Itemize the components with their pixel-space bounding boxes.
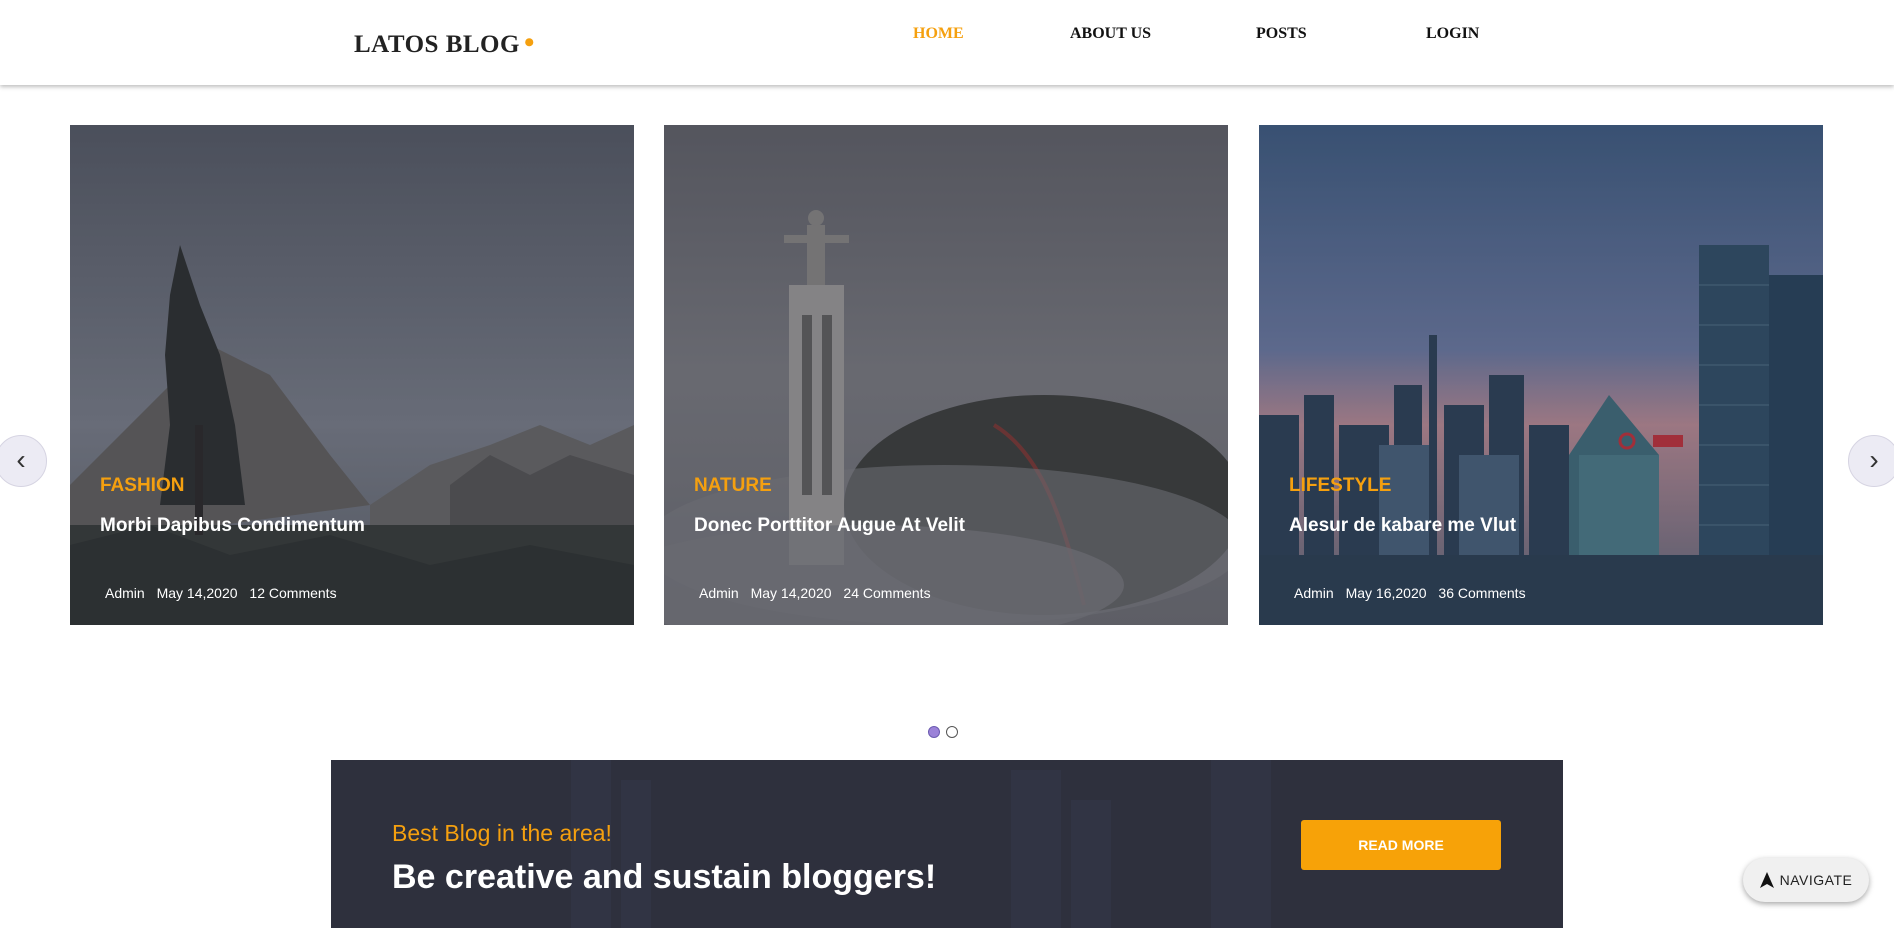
card-overlay: [1259, 125, 1823, 625]
post-date: May 16,2020: [1345, 585, 1427, 601]
post-date: May 14,2020: [750, 585, 832, 601]
card-overlay: [70, 125, 634, 625]
post-slider: FASHION Morbi Dapibus Condimentum Admin …: [0, 85, 1894, 738]
logo-text: LATOS BLOG: [354, 31, 520, 58]
post-comments: 12 Comments: [249, 585, 337, 601]
post-category[interactable]: LIFESTYLE: [1289, 475, 1391, 497]
post-date: May 14,2020: [156, 585, 238, 601]
read-more-button[interactable]: READ MORE: [1301, 820, 1501, 870]
site-logo[interactable]: LATOS BLOG •: [354, 26, 535, 60]
post-title[interactable]: Morbi Dapibus Condimentum: [100, 515, 365, 537]
nav-home[interactable]: HOME: [913, 25, 964, 43]
slider-next-button[interactable]: ›: [1848, 435, 1894, 487]
logo-dot: •: [523, 26, 535, 59]
post-author: Admin: [105, 585, 145, 601]
post-title[interactable]: Donec Porttitor Augue At Velit: [694, 515, 965, 537]
post-title[interactable]: Alesur de kabare me Vlut: [1289, 515, 1516, 537]
post-meta: Admin May 14,2020 12 Comments: [105, 585, 345, 601]
post-category[interactable]: FASHION: [100, 475, 184, 497]
banner-tagline: Best Blog in the area!: [392, 820, 612, 846]
post-comments: 24 Comments: [843, 585, 931, 601]
post-comments: 36 Comments: [1438, 585, 1526, 601]
chevron-right-icon: ›: [1869, 444, 1879, 475]
banner-headline: Be creative and sustain bloggers!: [392, 858, 937, 896]
slider-prev-button[interactable]: ‹: [0, 435, 47, 487]
card-overlay: [664, 125, 1228, 625]
post-author: Admin: [699, 585, 739, 601]
post-author: Admin: [1294, 585, 1334, 601]
nav-posts[interactable]: POSTS: [1256, 25, 1307, 43]
slider-dot[interactable]: [928, 726, 940, 738]
slider-dot[interactable]: [946, 726, 958, 738]
post-category[interactable]: NATURE: [694, 475, 772, 497]
nav-login[interactable]: LOGIN: [1426, 25, 1479, 43]
post-meta: Admin May 16,2020 36 Comments: [1294, 585, 1534, 601]
navigation-arrow-icon: [1759, 872, 1774, 888]
post-meta: Admin May 14,2020 24 Comments: [699, 585, 939, 601]
chevron-left-icon: ‹: [16, 444, 26, 475]
site-header: LATOS BLOG • HOME ABOUT US POSTS LOGIN: [0, 0, 1894, 85]
navigate-label: NAVIGATE: [1779, 872, 1853, 888]
post-card[interactable]: FASHION Morbi Dapibus Condimentum Admin …: [70, 125, 634, 625]
slider-dots: [928, 726, 958, 738]
promo-banner: Best Blog in the area! Be creative and s…: [331, 760, 1563, 928]
navigate-button[interactable]: NAVIGATE: [1743, 858, 1869, 902]
post-card[interactable]: NATURE Donec Porttitor Augue At Velit Ad…: [664, 125, 1228, 625]
post-card[interactable]: LIFESTYLE Alesur de kabare me Vlut Admin…: [1259, 125, 1823, 625]
nav-about-us[interactable]: ABOUT US: [1070, 25, 1151, 43]
